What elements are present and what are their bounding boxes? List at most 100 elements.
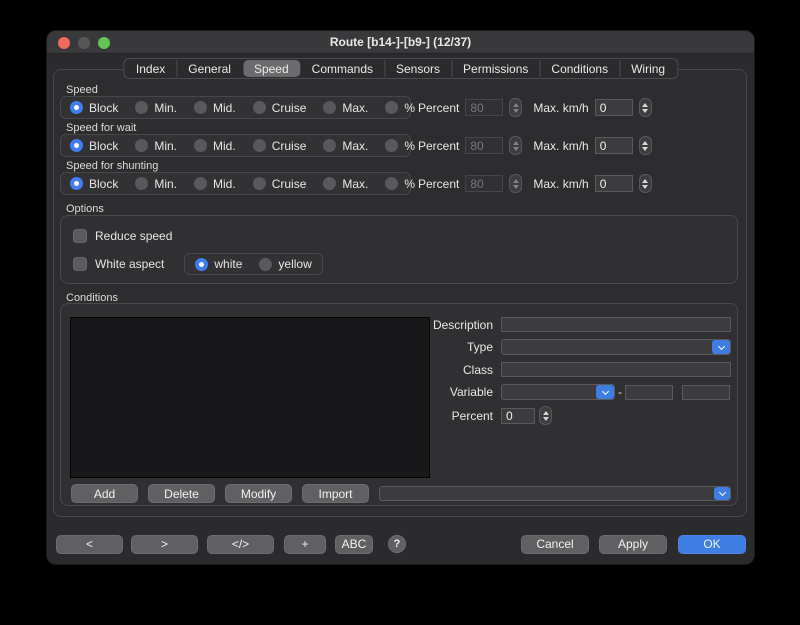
variable-label: Variable bbox=[391, 385, 501, 399]
radio-option-yellow[interactable]: yellow bbox=[259, 257, 311, 271]
max-kmh-stepper[interactable] bbox=[639, 98, 652, 117]
radio-option-cruise[interactable]: Cruise bbox=[253, 101, 307, 115]
radio-option-cruise[interactable]: Cruise bbox=[253, 177, 307, 191]
stepper-down-icon bbox=[642, 109, 648, 113]
radio-label: Min. bbox=[154, 101, 177, 115]
plus-button[interactable]: + bbox=[284, 535, 326, 554]
help-button[interactable]: ? bbox=[388, 535, 406, 553]
chevron-down-icon bbox=[717, 342, 724, 349]
radio-option-percent[interactable]: % bbox=[385, 177, 415, 191]
radio-option-block[interactable]: Block bbox=[70, 139, 118, 153]
options-section-label: Options bbox=[66, 203, 104, 215]
radio-option-max[interactable]: Max. bbox=[323, 101, 368, 115]
stepper-down-icon bbox=[543, 417, 549, 421]
radio-option-max[interactable]: Max. bbox=[323, 139, 368, 153]
ok-button[interactable]: OK bbox=[678, 535, 746, 554]
max-kmh-stepper[interactable] bbox=[639, 174, 652, 193]
speed-wait-group-label: Speed for wait bbox=[66, 122, 136, 134]
max-kmh-label: Max. km/h bbox=[533, 177, 588, 191]
radio-icon bbox=[194, 101, 207, 114]
tab-wiring[interactable]: Wiring bbox=[620, 60, 676, 77]
variable-separator: - bbox=[615, 385, 625, 399]
next-button[interactable]: > bbox=[131, 535, 198, 554]
bottom-bar: < > </> + ABC ? Cancel Apply OK bbox=[56, 534, 746, 554]
tab-permissions[interactable]: Permissions bbox=[452, 60, 540, 77]
dropdown-button[interactable] bbox=[712, 340, 730, 354]
radio-icon bbox=[253, 139, 266, 152]
radio-option-white[interactable]: white bbox=[195, 257, 242, 271]
radio-label: Min. bbox=[154, 177, 177, 191]
radio-option-min[interactable]: Min. bbox=[135, 139, 177, 153]
tab-bar: Index General Speed Commands Sensors Per… bbox=[123, 58, 678, 79]
condition-percent-stepper[interactable] bbox=[539, 406, 552, 425]
radio-option-min[interactable]: Min. bbox=[135, 101, 177, 115]
reduce-speed-row: Reduce speed bbox=[73, 229, 172, 243]
radio-label: Cruise bbox=[272, 101, 307, 115]
condition-percent-label: Percent bbox=[391, 409, 501, 423]
variable-extra-input[interactable] bbox=[682, 385, 730, 400]
radio-label: Cruise bbox=[272, 177, 307, 191]
zoom-button-icon[interactable] bbox=[98, 37, 110, 49]
tab-conditions[interactable]: Conditions bbox=[540, 60, 620, 77]
radio-icon bbox=[385, 139, 398, 152]
abc-button[interactable]: ABC bbox=[335, 535, 373, 554]
max-kmh-stepper[interactable] bbox=[639, 136, 652, 155]
white-aspect-checkbox[interactable] bbox=[73, 257, 87, 271]
dropdown-button[interactable] bbox=[714, 487, 730, 500]
radio-icon bbox=[323, 177, 336, 190]
type-label: Type bbox=[391, 340, 501, 354]
radio-option-percent[interactable]: % bbox=[385, 101, 415, 115]
description-label: Description bbox=[391, 318, 501, 332]
condition-select-dropdown[interactable] bbox=[379, 486, 731, 501]
prev-button[interactable]: < bbox=[56, 535, 123, 554]
class-row: Class bbox=[391, 362, 731, 377]
percent-field: 80 bbox=[465, 175, 503, 192]
radio-label: % bbox=[404, 139, 415, 153]
modify-button[interactable]: Modify bbox=[225, 484, 292, 503]
radio-option-mid[interactable]: Mid. bbox=[194, 177, 236, 191]
stepper-down-icon bbox=[642, 147, 648, 151]
tab-index[interactable]: Index bbox=[125, 60, 177, 77]
tab-sensors[interactable]: Sensors bbox=[385, 60, 452, 77]
variable-dropdown[interactable] bbox=[501, 384, 615, 400]
apply-button[interactable]: Apply bbox=[599, 535, 667, 554]
radio-label: % bbox=[404, 177, 415, 191]
condition-percent-field[interactable]: 0 bbox=[501, 408, 535, 424]
max-kmh-field[interactable]: 0 bbox=[595, 99, 633, 116]
radio-option-block[interactable]: Block bbox=[70, 177, 118, 191]
radio-option-block[interactable]: Block bbox=[70, 101, 118, 115]
chevron-down-icon bbox=[718, 489, 725, 496]
max-kmh-field[interactable]: 0 bbox=[595, 137, 633, 154]
cancel-button[interactable]: Cancel bbox=[521, 535, 589, 554]
radio-option-cruise[interactable]: Cruise bbox=[253, 139, 307, 153]
radio-option-mid[interactable]: Mid. bbox=[194, 139, 236, 153]
import-button[interactable]: Import bbox=[302, 484, 369, 503]
radio-label: Block bbox=[89, 139, 118, 153]
reduce-speed-checkbox[interactable] bbox=[73, 229, 87, 243]
max-kmh-label: Max. km/h bbox=[533, 139, 588, 153]
radio-option-max[interactable]: Max. bbox=[323, 177, 368, 191]
class-input[interactable] bbox=[501, 362, 731, 377]
dialog-window: Route [b14-]-[b9-] (12/37) Index General… bbox=[46, 30, 755, 565]
variable-value-input[interactable] bbox=[625, 385, 673, 400]
radio-option-mid[interactable]: Mid. bbox=[194, 101, 236, 115]
code-button[interactable]: </> bbox=[207, 535, 274, 554]
tab-general[interactable]: General bbox=[177, 60, 243, 77]
radio-icon bbox=[135, 139, 148, 152]
tab-commands[interactable]: Commands bbox=[301, 60, 385, 77]
title-bar[interactable]: Route [b14-]-[b9-] (12/37) bbox=[47, 31, 754, 54]
tab-speed[interactable]: Speed bbox=[243, 60, 301, 77]
conditions-list[interactable] bbox=[70, 317, 430, 478]
radio-selected-icon bbox=[70, 177, 83, 190]
radio-option-min[interactable]: Min. bbox=[135, 177, 177, 191]
type-dropdown[interactable] bbox=[501, 339, 731, 355]
description-input[interactable] bbox=[501, 317, 731, 332]
delete-button[interactable]: Delete bbox=[148, 484, 215, 503]
add-button[interactable]: Add bbox=[71, 484, 138, 503]
max-kmh-field[interactable]: 0 bbox=[595, 175, 633, 192]
radio-option-percent[interactable]: % bbox=[385, 139, 415, 153]
speed-wait-radio-group: Block Min. Mid. Cruise Max. % bbox=[60, 134, 411, 157]
white-aspect-row: White aspect white yellow bbox=[73, 253, 323, 275]
close-button-icon[interactable] bbox=[58, 37, 70, 49]
dropdown-button[interactable] bbox=[596, 385, 614, 399]
